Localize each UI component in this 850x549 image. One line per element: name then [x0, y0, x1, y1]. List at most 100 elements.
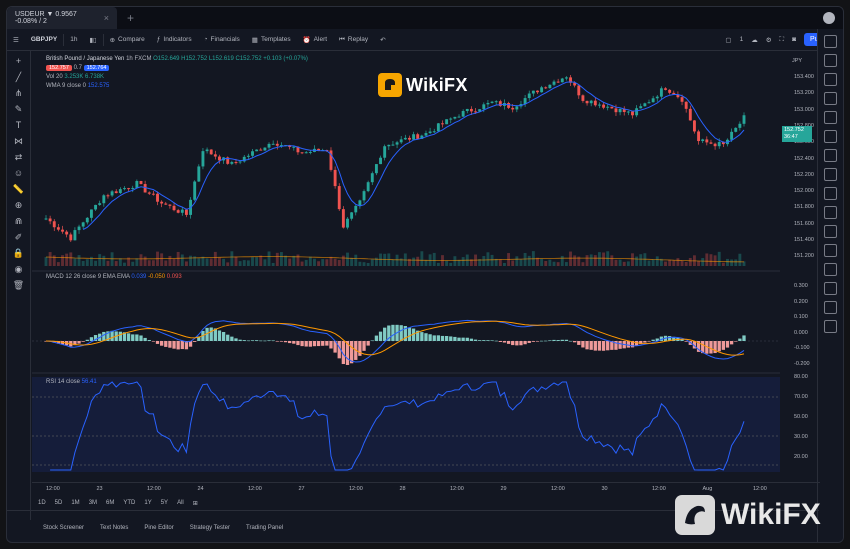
symbol-search-button[interactable]: GBPJPY — [25, 29, 63, 51]
calendar-icon[interactable] — [824, 111, 837, 124]
range-1m[interactable]: 1M — [71, 500, 79, 506]
indicators-button[interactable]: ƒ Indicators — [151, 29, 198, 51]
bell-icon[interactable] — [824, 282, 837, 295]
range-3m[interactable]: 3M — [89, 500, 97, 506]
text-icon[interactable]: T — [13, 119, 25, 131]
people-icon[interactable] — [824, 244, 837, 257]
list-icon[interactable] — [824, 168, 837, 181]
range-5d[interactable]: 5D — [55, 500, 63, 506]
histogram-bar — [118, 331, 122, 341]
volume-bar — [304, 259, 308, 266]
range-ytd[interactable]: YTD — [123, 500, 135, 506]
range-1y[interactable]: 1Y — [144, 500, 151, 506]
volume-bar — [176, 251, 180, 266]
candle-body — [366, 182, 370, 192]
candles-button[interactable]: ▮▯ — [83, 29, 102, 51]
trash-icon[interactable]: 🗑 — [13, 279, 25, 291]
broadcast-icon[interactable] — [824, 263, 837, 276]
range-all[interactable]: All — [177, 500, 184, 506]
car-icon[interactable] — [824, 225, 837, 238]
pattern-icon[interactable]: ⋈ — [13, 135, 25, 147]
sell-button[interactable]: 152.757 — [46, 65, 72, 71]
histogram-bar — [581, 341, 585, 348]
chart-area[interactable]: British Pound / Japanese Yen 1h FXCM O15… — [32, 52, 780, 482]
hotlist-icon[interactable] — [824, 92, 837, 105]
symbol-label: GBPJPY — [30, 36, 58, 43]
close-icon[interactable]: × — [104, 13, 109, 23]
layout-icon[interactable]: ▢ — [725, 36, 731, 44]
volume-bar — [672, 260, 676, 266]
candle-body — [614, 108, 618, 113]
prediction-icon[interactable]: ⇄ — [13, 151, 25, 163]
undo-button[interactable]: ↶ — [374, 29, 391, 51]
add-tab-icon[interactable]: + — [127, 11, 134, 25]
volume-bar — [242, 260, 246, 266]
date-range-icon[interactable]: ⊞ — [193, 500, 198, 507]
layout-count[interactable]: 1 — [740, 36, 744, 43]
data-window-icon[interactable] — [824, 73, 837, 86]
zoom-icon[interactable]: ⊕ — [13, 199, 25, 211]
volume-bar — [412, 257, 416, 266]
histogram-bar — [221, 332, 226, 341]
price-scale[interactable]: 153.400153.200153.000152.800152.600152.4… — [780, 52, 820, 482]
news-icon[interactable] — [824, 130, 837, 143]
tab-usdeur[interactable]: USDEUR ▼ 0.9567 -0.08% / 2 × — [7, 7, 117, 29]
compare-button[interactable]: ⊕ Compare — [104, 29, 151, 51]
shapes-icon[interactable]: ☺ — [13, 167, 25, 179]
trading-window: USDEUR ▼ 0.9567 -0.08% / 2 × + ☰ GBPJPY … — [6, 6, 844, 543]
tab-strategy-tester[interactable]: Strategy Tester — [190, 525, 230, 531]
templates-button[interactable]: ▦ Templates — [246, 29, 297, 51]
tab-trading-panel[interactable]: Trading Panel — [246, 525, 283, 531]
replay-button[interactable]: ⏮ Replay — [333, 29, 374, 51]
time-axis[interactable]: 12:00 23 12:00 24 12:00 27 12:00 28 12:00 29 12:00… — [32, 482, 820, 496]
camera-icon[interactable]: ◙ — [792, 36, 796, 43]
magnet-icon[interactable]: ⋒ — [13, 215, 25, 227]
eye-icon[interactable]: ◉ — [13, 263, 25, 275]
watchlist-icon[interactable] — [824, 35, 837, 48]
tab-pine-editor[interactable]: Pine Editor — [144, 525, 173, 531]
alarm-clock-icon[interactable] — [824, 54, 837, 67]
interval-button[interactable]: 1h — [64, 29, 83, 51]
lightbulb-icon[interactable] — [824, 187, 837, 200]
gear-icon[interactable]: ⚙ — [766, 36, 772, 44]
candle-body — [184, 209, 188, 215]
rsi-label: RSI 14 close — [46, 379, 81, 385]
range-5y[interactable]: 5Y — [161, 500, 168, 506]
clock-icon[interactable] — [824, 149, 837, 162]
crosshair-icon[interactable]: + — [13, 55, 25, 67]
range-6m[interactable]: 6M — [106, 500, 114, 506]
fullscreen-icon[interactable]: ⛶ — [780, 36, 785, 44]
volume-bar — [366, 262, 370, 266]
lock-icon[interactable]: 🔒 — [13, 247, 25, 259]
buy-button[interactable]: 152.764 — [83, 65, 110, 71]
pitchfork-icon[interactable]: ⋔ — [13, 87, 25, 99]
trend-line-icon[interactable]: ╱ — [13, 71, 25, 83]
avatar[interactable] — [823, 12, 835, 24]
candle-body — [581, 95, 585, 101]
menu-button[interactable]: ☰ — [7, 29, 25, 51]
chat-icon[interactable] — [824, 206, 837, 219]
volume-bar — [569, 251, 572, 266]
candle-body — [544, 87, 548, 89]
candle-body — [164, 203, 168, 205]
chart-icon[interactable] — [824, 301, 837, 314]
tab-stock-screener[interactable]: Stock Screener — [43, 525, 84, 531]
candle-body — [172, 205, 176, 211]
brush-icon[interactable]: ✎ — [13, 103, 25, 115]
chart-canvas[interactable] — [32, 52, 780, 482]
range-1d[interactable]: 1D — [38, 500, 46, 506]
volume-bar — [263, 259, 267, 266]
lock-draw-icon[interactable]: ✐ — [13, 231, 25, 243]
histogram-bar — [449, 336, 453, 341]
grid-icon[interactable] — [824, 320, 837, 333]
ruler-icon[interactable]: 📏 — [13, 183, 25, 195]
candle-body — [209, 149, 213, 155]
volume-bar — [701, 258, 705, 266]
histogram-bar — [230, 336, 234, 341]
cloud-icon[interactable]: ☁ — [751, 36, 758, 44]
tab-text-notes[interactable]: Text Notes — [100, 525, 128, 531]
financials-button[interactable]: ◔ Financials — [198, 29, 246, 51]
candle-body — [647, 102, 651, 104]
alert-button[interactable]: ⏰ Alert — [297, 29, 333, 51]
histogram-bar — [568, 340, 573, 342]
